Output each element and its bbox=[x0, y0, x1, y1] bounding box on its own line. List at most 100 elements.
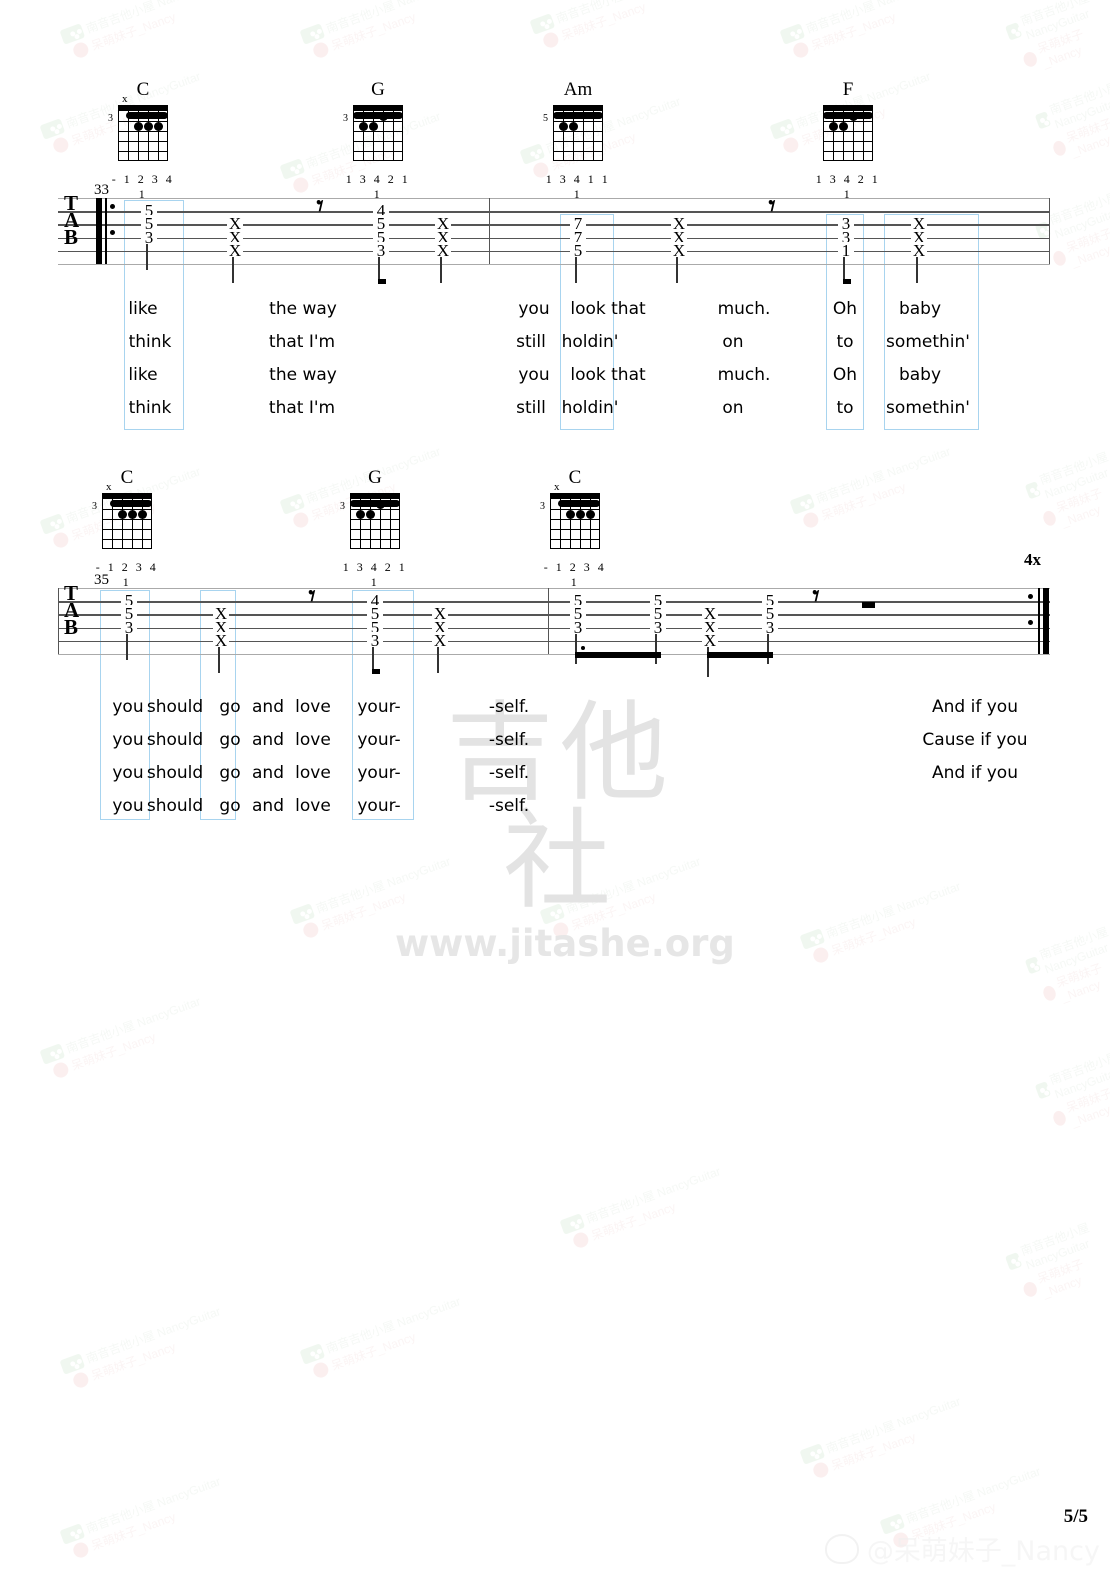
barline bbox=[489, 198, 491, 264]
lyric-word: your- bbox=[357, 730, 401, 750]
repeat-thick-line bbox=[1043, 588, 1049, 654]
note-stem bbox=[437, 646, 439, 673]
lyric-word: you bbox=[518, 365, 550, 385]
watermark-tile: 南音吉他小屋 NancyGuitar呆萌妹子_Nancy bbox=[539, 852, 709, 942]
chord-finger-dot bbox=[127, 509, 137, 519]
staff-line bbox=[58, 264, 1050, 266]
watermark-tile: 南音吉他小屋 NancyGuitar呆萌妹子_Nancy bbox=[1002, 0, 1110, 78]
chord-fret-line bbox=[353, 151, 403, 152]
chord-fret-line bbox=[350, 519, 400, 520]
chord-finger-dot bbox=[585, 509, 595, 519]
staff-line bbox=[58, 627, 1050, 629]
chord-mute-marker: x bbox=[554, 481, 560, 493]
lyric-word: And if you bbox=[932, 763, 1018, 783]
chord-fret-line bbox=[553, 131, 603, 132]
mute-note: X bbox=[213, 630, 229, 650]
chord-name: C bbox=[568, 467, 582, 488]
chord-fret-line bbox=[553, 151, 603, 152]
watermark-tile: 南音吉他小屋 NancyGuitar呆萌妹子_Nancy bbox=[789, 442, 959, 532]
lyric-word: Oh bbox=[832, 365, 858, 385]
lyric-word: holdin' bbox=[561, 332, 619, 352]
chord-finger-dot bbox=[143, 121, 153, 131]
chord-base-fret: 3 bbox=[340, 501, 345, 512]
lyric-word: your- bbox=[357, 796, 401, 816]
chord-fret-line bbox=[553, 141, 603, 142]
lyric-word: much. bbox=[717, 365, 771, 385]
staff-line bbox=[58, 224, 1050, 226]
note-stem bbox=[218, 646, 220, 673]
note-beam bbox=[575, 652, 661, 658]
chord-finger-dot bbox=[848, 111, 858, 121]
watermark-tile: 南音吉他小屋 NancyGuitar呆萌妹子_Nancy bbox=[529, 0, 699, 53]
watermark-tile: 南音吉他小屋 NancyGuitar呆萌妹子_Nancy bbox=[1032, 76, 1110, 167]
lyric-word: -self. bbox=[488, 796, 530, 816]
lyric-word: baby bbox=[898, 365, 942, 385]
lyric-word: -self. bbox=[488, 763, 530, 783]
lyric-word: go bbox=[219, 697, 241, 717]
lyric-word: love bbox=[295, 730, 331, 750]
staff-line bbox=[58, 654, 1050, 656]
staff-line bbox=[58, 601, 1050, 603]
mute-note: X bbox=[911, 240, 927, 260]
lyric-word: to bbox=[836, 398, 854, 418]
note-stem bbox=[146, 243, 148, 270]
chord-fret-line bbox=[102, 539, 152, 540]
lyric-word: to bbox=[836, 332, 854, 352]
lyric-word: think bbox=[128, 398, 172, 418]
mute-note: X bbox=[432, 630, 448, 650]
watermark-tile: 南音吉他小屋 NancyGuitar呆萌妹子_Nancy bbox=[299, 0, 469, 63]
chord-finger-dot bbox=[368, 121, 378, 131]
measure-number: 33 bbox=[94, 182, 109, 198]
lyric-word: you bbox=[518, 299, 550, 319]
staff-line bbox=[58, 614, 1050, 616]
chord-finger-dot bbox=[378, 111, 388, 121]
fret-number: 3 bbox=[570, 618, 586, 636]
watermark-tile: 南音吉他小屋 NancyGuitar呆萌妹子_Nancy bbox=[299, 1292, 469, 1382]
staff-line bbox=[58, 250, 1050, 253]
eighth-rest: 𝄾 bbox=[768, 189, 776, 225]
lyric-word: love bbox=[295, 697, 331, 717]
chord-diagram-G: G31 3 4 2 1 1 bbox=[343, 80, 413, 202]
lyric-word: And if you bbox=[932, 697, 1018, 717]
chord-base-fret: 3 bbox=[343, 113, 348, 124]
eighth-rest: 𝄾 bbox=[316, 189, 324, 225]
lyric-word: holdin' bbox=[561, 398, 619, 418]
watermark-tile: 南音吉他小屋 NancyGuitar呆萌妹子_Nancy bbox=[1032, 1046, 1110, 1137]
lyric-word: the way bbox=[269, 365, 337, 385]
repeat-end-barline bbox=[1028, 588, 1050, 654]
fret-number: 3 bbox=[373, 241, 389, 259]
watermark-tile: 南音吉他小屋 NancyGuitar呆萌妹子_Nancy bbox=[59, 1472, 229, 1562]
lyric-word: -self. bbox=[488, 730, 530, 750]
chord-grid: 3 bbox=[343, 105, 403, 161]
chord-fret-line bbox=[550, 529, 600, 530]
chord-mute-marker: x bbox=[122, 93, 128, 105]
lyric-word: look that bbox=[570, 299, 646, 319]
lyric-word: go bbox=[219, 730, 241, 750]
chord-finger-dot bbox=[575, 509, 585, 519]
chord-fret-line bbox=[350, 539, 400, 540]
lyric-word: should bbox=[146, 730, 204, 750]
chord-base-fret: 3 bbox=[540, 501, 545, 512]
lyric-word: should bbox=[146, 697, 204, 717]
fret-number: 3 bbox=[367, 631, 383, 649]
chord-barre bbox=[553, 112, 603, 119]
chord-mute-marker: x bbox=[106, 481, 112, 493]
chord-barre bbox=[110, 500, 152, 507]
page-number: 5/5 bbox=[1063, 1506, 1088, 1527]
quarter-rest-bar bbox=[862, 602, 875, 609]
chord-grid: x3 bbox=[92, 482, 152, 549]
lyric-word: go bbox=[219, 796, 241, 816]
mute-note: X bbox=[435, 240, 451, 260]
chord-grid-wrap: 5 bbox=[543, 105, 613, 169]
chord-finger-dot bbox=[828, 121, 838, 131]
lyric-word: and bbox=[252, 796, 284, 816]
lyric-word: you bbox=[112, 697, 144, 717]
chord-fret-line bbox=[353, 141, 403, 142]
chord-fret-line bbox=[118, 151, 168, 152]
chord-diagram-C: Cx3- 1 2 3 4 1 bbox=[108, 80, 178, 202]
chord-diagram-C: Cx3- 1 2 3 4 1 bbox=[540, 468, 610, 590]
chord-finger-dot bbox=[565, 509, 575, 519]
chord-name: G bbox=[371, 79, 385, 100]
note-stem bbox=[440, 256, 442, 283]
chord-grid: 5 bbox=[543, 105, 603, 161]
